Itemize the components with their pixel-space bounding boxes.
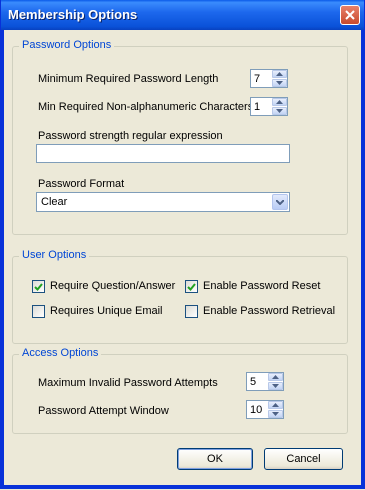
spin-up-button[interactable] bbox=[268, 401, 283, 409]
spin-up-button[interactable] bbox=[272, 98, 287, 106]
spin-up-button[interactable] bbox=[272, 70, 287, 78]
user-options-group: User Options Require Question/Answer Ena… bbox=[12, 249, 348, 344]
format-label: Password Format bbox=[38, 178, 125, 190]
max-attempts-label: Maximum Invalid Password Attempts bbox=[38, 377, 218, 389]
require-qa-label[interactable]: Require Question/Answer bbox=[50, 280, 175, 292]
attempt-window-label: Password Attempt Window bbox=[38, 405, 169, 417]
arrow-up-icon bbox=[276, 100, 283, 104]
arrow-down-icon bbox=[272, 412, 279, 416]
user-options-title: User Options bbox=[19, 249, 90, 261]
access-options-title: Access Options bbox=[19, 347, 102, 359]
require-qa-checkbox[interactable] bbox=[32, 280, 45, 293]
attempt-window-spinner[interactable]: 10 bbox=[246, 400, 284, 419]
dropdown-button[interactable] bbox=[272, 194, 288, 210]
checkmark-icon bbox=[187, 282, 196, 291]
arrow-down-icon bbox=[276, 81, 283, 85]
enable-reset-label[interactable]: Enable Password Reset bbox=[203, 280, 320, 292]
spin-down-button[interactable] bbox=[272, 107, 287, 115]
min-nonalpha-value: 1 bbox=[254, 101, 261, 113]
min-length-spinner[interactable]: 7 bbox=[250, 69, 288, 88]
min-length-label: Minimum Required Password Length bbox=[38, 73, 219, 85]
max-attempts-value: 5 bbox=[250, 376, 257, 388]
min-nonalpha-label: Min Required Non-alphanumeric Characters bbox=[38, 101, 254, 113]
min-length-value: 7 bbox=[254, 73, 261, 85]
spin-down-button[interactable] bbox=[272, 79, 287, 87]
max-attempts-spinner[interactable]: 5 bbox=[246, 372, 284, 391]
cancel-button[interactable]: Cancel bbox=[264, 448, 343, 470]
password-format-value: Clear bbox=[41, 196, 68, 208]
spin-down-button[interactable] bbox=[268, 410, 283, 418]
dialog-body: Password Options Minimum Required Passwo… bbox=[4, 30, 361, 485]
regex-label: Password strength regular expression bbox=[38, 130, 223, 142]
password-format-select[interactable]: Clear bbox=[36, 192, 290, 212]
arrow-up-icon bbox=[272, 403, 279, 407]
regex-input[interactable] bbox=[36, 144, 290, 163]
access-options-group: Access Options Maximum Invalid Password … bbox=[12, 347, 348, 434]
window-title: Membership Options bbox=[8, 7, 138, 22]
chevron-down-icon bbox=[276, 199, 284, 205]
membership-options-dialog: Membership Options Password Options Mini… bbox=[0, 0, 365, 489]
password-options-group: Password Options Minimum Required Passwo… bbox=[12, 39, 348, 235]
enable-retrieval-checkbox[interactable] bbox=[185, 305, 198, 318]
arrow-up-icon bbox=[276, 72, 283, 76]
close-icon bbox=[345, 10, 355, 20]
min-nonalpha-spinner[interactable]: 1 bbox=[250, 97, 288, 116]
enable-retrieval-label[interactable]: Enable Password Retrieval bbox=[203, 305, 335, 317]
enable-reset-checkbox[interactable] bbox=[185, 280, 198, 293]
unique-email-checkbox[interactable] bbox=[32, 305, 45, 318]
unique-email-label[interactable]: Requires Unique Email bbox=[50, 305, 163, 317]
ok-button[interactable]: OK bbox=[177, 448, 253, 470]
checkmark-icon bbox=[34, 282, 43, 291]
close-button[interactable] bbox=[340, 5, 360, 25]
arrow-down-icon bbox=[276, 109, 283, 113]
spin-up-button[interactable] bbox=[268, 373, 283, 381]
password-options-title: Password Options bbox=[19, 39, 115, 51]
attempt-window-value: 10 bbox=[250, 404, 263, 416]
arrow-down-icon bbox=[272, 384, 279, 388]
title-bar[interactable]: Membership Options bbox=[1, 0, 364, 30]
arrow-up-icon bbox=[272, 375, 279, 379]
spin-down-button[interactable] bbox=[268, 382, 283, 390]
